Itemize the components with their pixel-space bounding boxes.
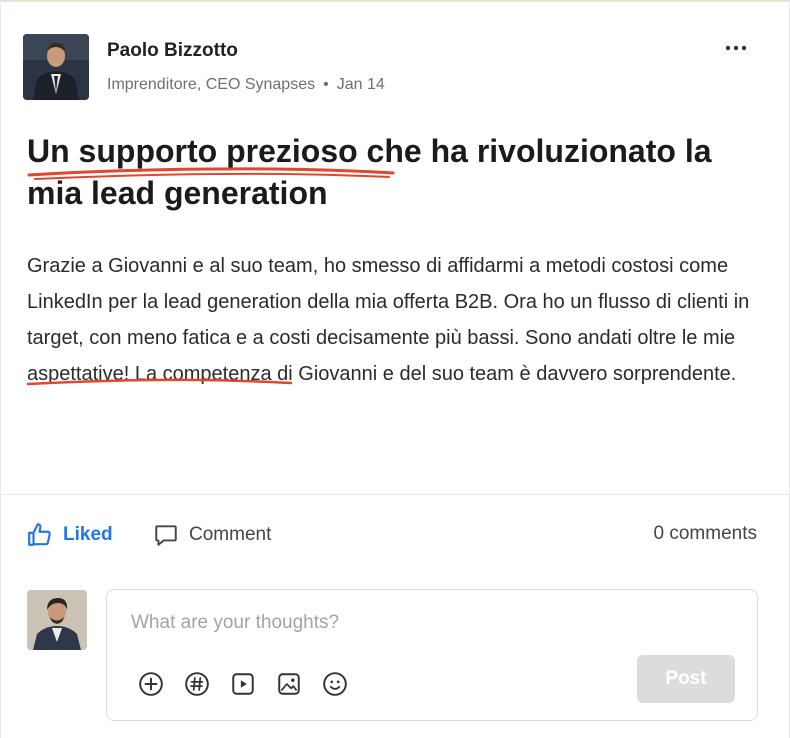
hashtag-icon: [185, 672, 209, 696]
actions-divider: [1, 494, 790, 495]
video-button[interactable]: [229, 670, 257, 698]
thumbs-up-icon: [28, 523, 51, 546]
more-options-button[interactable]: [721, 36, 751, 60]
comment-button[interactable]: Comment: [153, 520, 271, 550]
comment-label: Comment: [189, 524, 272, 545]
emoji-icon: [323, 672, 347, 696]
liked-label: Liked: [63, 524, 113, 545]
image-icon: [278, 673, 300, 695]
author-name[interactable]: Paolo Bizzotto: [107, 40, 238, 62]
add-button[interactable]: [137, 670, 165, 698]
video-icon: [232, 673, 254, 695]
post-date: Jan 14: [336, 76, 385, 93]
body-highlight-underline: [26, 378, 293, 386]
author-role: Imprenditore, CEO Synapses: [107, 76, 316, 93]
title-highlight-underline: [27, 167, 395, 180]
post-comment-button[interactable]: Post: [637, 655, 735, 703]
comments-count[interactable]: 0 comments: [654, 523, 757, 545]
hashtag-button[interactable]: [183, 670, 211, 698]
image-button[interactable]: [275, 670, 303, 698]
comment-composer: Post: [106, 589, 758, 721]
author-avatar[interactable]: [23, 34, 89, 100]
more-icon: [725, 45, 747, 51]
post-body: Grazie a Giovanni e al suo team, ho smes…: [27, 255, 750, 385]
current-user-avatar: [27, 590, 87, 650]
emoji-button[interactable]: [321, 670, 349, 698]
comment-icon: [155, 525, 177, 546]
meta-separator: •: [323, 76, 329, 93]
add-icon: [139, 672, 163, 696]
post-card: Paolo Bizzotto Imprenditore, CEO Synapse…: [0, 0, 790, 738]
author-meta: Imprenditore, CEO Synapses • Jan 14: [107, 76, 385, 94]
comment-input[interactable]: [131, 608, 631, 638]
liked-button[interactable]: Liked: [27, 520, 113, 550]
